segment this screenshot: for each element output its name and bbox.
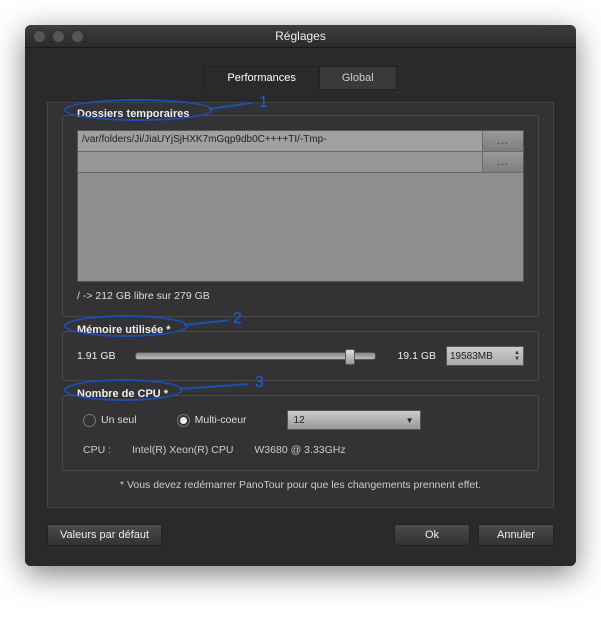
radio-single-label: Un seul (101, 414, 137, 426)
memory-max: 19.1 GB (386, 350, 436, 362)
temp-folders-title: Dossiers temporaires (73, 108, 194, 120)
annotation-number-3: 3 (255, 374, 264, 392)
radio-icon (83, 414, 96, 427)
browse-button[interactable]: ... (482, 131, 523, 151)
radio-multi[interactable]: Multi-coeur (177, 414, 247, 427)
footer-actions: Ok Annuler (394, 524, 554, 546)
cpu-count-select[interactable]: 12 ▼ (287, 410, 421, 430)
window-controls (33, 30, 84, 43)
memory-row: 1.91 GB 19.1 GB 19583MB ▲▼ (77, 346, 524, 366)
cpu-count-value: 12 (294, 415, 305, 426)
titlebar: Réglages (25, 25, 576, 48)
tab-performances[interactable]: Performances (204, 66, 318, 90)
browse-button[interactable]: ... (482, 152, 523, 172)
radio-multi-label: Multi-coeur (195, 414, 247, 426)
memory-section: Mémoire utilisée * 2 1.91 GB 19.1 GB 195… (62, 331, 539, 381)
cpu-model: Intel(R) Xeon(R) CPU (132, 444, 234, 456)
cpu-info: CPU : Intel(R) Xeon(R) CPU W3680 @ 3.33G… (77, 444, 524, 456)
memory-value: 19583MB (450, 351, 493, 362)
cpu-spec: W3680 @ 3.33GHz (254, 444, 345, 456)
folder-path[interactable] (78, 152, 482, 172)
folder-row: ... (78, 152, 523, 173)
memory-input[interactable]: 19583MB ▲▼ (446, 346, 524, 366)
window-title: Réglages (25, 29, 576, 43)
zoom-icon[interactable] (71, 30, 84, 43)
folder-path[interactable]: /var/folders/Ji/JiaUYjSjHXK7mGqp9db0C+++… (78, 131, 482, 151)
tab-global[interactable]: Global (319, 66, 397, 90)
temp-folders-section: Dossiers temporaires 1 /var/folders/Ji/J… (62, 115, 539, 317)
annotation-line-2 (184, 319, 228, 326)
annotation-line-1 (209, 102, 253, 110)
memory-slider[interactable] (135, 352, 376, 360)
window-body: Performances Global Dossiers temporaires… (25, 48, 576, 566)
restart-note: * Vous devez redémarrer PanoTour pour qu… (62, 479, 539, 491)
cpu-section: Nombre de CPU * 3 Un seul Multi-coeur (62, 395, 539, 471)
cpu-title: Nombre de CPU * (73, 388, 172, 400)
close-icon[interactable] (33, 30, 46, 43)
annotation-number-2: 2 (233, 310, 242, 328)
cancel-button[interactable]: Annuler (478, 524, 554, 546)
memory-min: 1.91 GB (77, 350, 125, 362)
memory-title: Mémoire utilisée * (73, 324, 175, 336)
cpu-label: CPU : (83, 444, 111, 456)
performances-panel: Dossiers temporaires 1 /var/folders/Ji/J… (47, 102, 554, 508)
radio-icon (177, 414, 190, 427)
folder-row: /var/folders/Ji/JiaUYjSjHXK7mGqp9db0C+++… (78, 131, 523, 152)
minimize-icon[interactable] (52, 30, 65, 43)
radio-single[interactable]: Un seul (83, 414, 137, 427)
cpu-mode-row: Un seul Multi-coeur 12 ▼ (77, 410, 524, 430)
footer: Valeurs par défaut Ok Annuler (47, 524, 554, 546)
ok-button[interactable]: Ok (394, 524, 470, 546)
settings-window: Réglages Performances Global Dossiers te… (25, 25, 576, 566)
defaults-button[interactable]: Valeurs par défaut (47, 524, 162, 546)
chevron-down-icon: ▼ (406, 416, 414, 425)
temp-folders-list: /var/folders/Ji/JiaUYjSjHXK7mGqp9db0C+++… (77, 130, 524, 282)
slider-thumb-icon[interactable] (345, 349, 355, 365)
stepper-icon[interactable]: ▲▼ (514, 350, 520, 362)
tabs: Performances Global (47, 66, 554, 90)
disk-free-label: / -> 212 GB libre sur 279 GB (77, 290, 524, 302)
annotation-number-1: 1 (259, 94, 268, 112)
annotation-line-3 (179, 383, 249, 390)
